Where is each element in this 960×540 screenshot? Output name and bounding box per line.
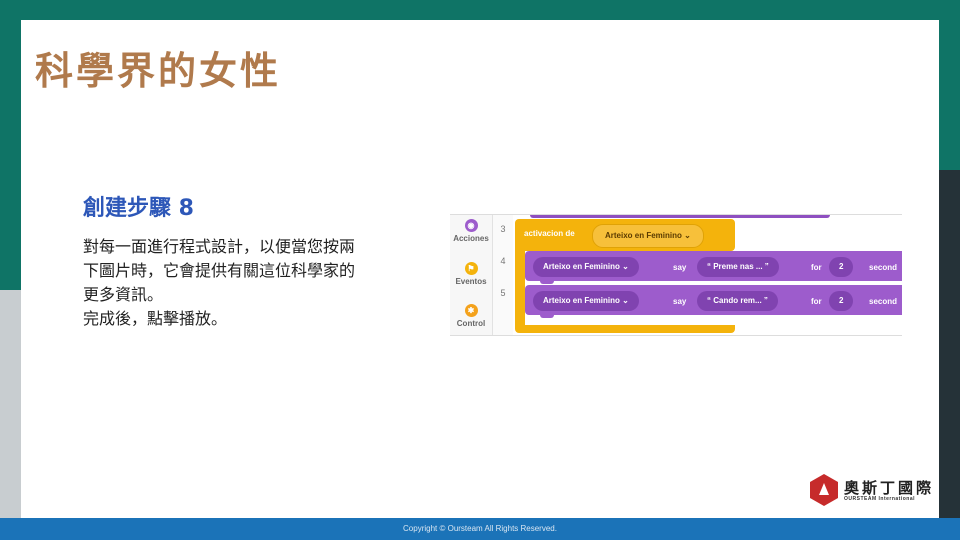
- flag-icon: ⚑: [464, 262, 478, 275]
- description-line: 更多資訊。: [83, 285, 164, 304]
- description-line: 下圖片時，它會提供有關這位科學家的: [83, 261, 356, 280]
- logo-english-name: OURSTEAM International: [844, 496, 916, 502]
- actions-icon: ◉: [464, 219, 478, 232]
- category-label: Eventos: [455, 277, 487, 286]
- event-target-dropdown[interactable]: Arteixo en Feminino ⌄: [592, 224, 704, 248]
- control-icon: ✱: [464, 304, 478, 317]
- seconds-unit: second: [869, 297, 898, 306]
- logo-icon: [810, 474, 838, 506]
- event-block-label: activacion de: [524, 229, 575, 238]
- seconds-input[interactable]: 2: [829, 291, 854, 311]
- description-line: 對每一面進行程式設計，以便當您按兩: [83, 237, 356, 256]
- line-number: 4: [500, 256, 506, 266]
- line-number: 3: [500, 224, 506, 234]
- code-editor-screenshot: ◉ Acciones ⚑ Eventos ✱ Control 3 4 5 act…: [450, 214, 902, 336]
- for-keyword: for: [811, 297, 822, 306]
- previous-block-edge: [530, 215, 830, 218]
- actor-dropdown[interactable]: Arteixo en Feminino ⌄: [533, 257, 639, 277]
- step-description: 對每一面進行程式設計，以便當您按兩 下圖片時，它會提供有關這位科學家的 更多資訊…: [83, 235, 433, 331]
- event-block-footer: [515, 325, 735, 333]
- say-text-input[interactable]: “ Preme nas ... ”: [697, 257, 779, 277]
- category-label: Acciones: [453, 234, 489, 243]
- say-keyword: say: [673, 263, 687, 272]
- say-keyword: say: [673, 297, 687, 306]
- event-block-body: [515, 251, 525, 325]
- category-label: Control: [456, 319, 486, 328]
- copyright-text: Copyright © Oursteam All Rights Reserved…: [403, 524, 557, 533]
- block-connector: [540, 280, 554, 284]
- line-number-gutter: 3 4 5: [493, 215, 513, 335]
- for-keyword: for: [811, 263, 822, 272]
- logo-chinese-name: 奧斯丁國際: [844, 479, 935, 497]
- actor-dropdown[interactable]: Arteixo en Feminino ⌄: [533, 291, 639, 311]
- say-block[interactable]: Arteixo en Feminino ⌄ say “ Cando rem...…: [525, 285, 902, 318]
- event-block[interactable]: activacion de Arteixo en Feminino ⌄: [515, 219, 735, 251]
- seconds-unit: second: [869, 263, 898, 272]
- say-block[interactable]: Arteixo en Feminino ⌄ say “ Preme nas ..…: [525, 251, 902, 284]
- say-text-input[interactable]: “ Cando rem... ”: [697, 291, 778, 311]
- footer-bar: Copyright © Oursteam All Rights Reserved…: [0, 518, 960, 540]
- category-control[interactable]: ✱ Control: [450, 304, 492, 328]
- category-eventos[interactable]: ⚑ Eventos: [450, 262, 492, 286]
- block-connector: [540, 314, 554, 318]
- company-logo: 奧斯丁國際 OURSTEAM International: [810, 474, 940, 512]
- slide-title: 科學界的女性: [35, 49, 282, 93]
- step-title: 創建步驟 8: [83, 196, 194, 221]
- line-number: 5: [500, 288, 506, 298]
- description-line: 完成後，點擊播放。: [83, 309, 228, 328]
- category-acciones[interactable]: ◉ Acciones: [450, 219, 492, 243]
- seconds-input[interactable]: 2: [829, 257, 854, 277]
- block-category-sidebar: ◉ Acciones ⚑ Eventos ✱ Control: [450, 215, 493, 335]
